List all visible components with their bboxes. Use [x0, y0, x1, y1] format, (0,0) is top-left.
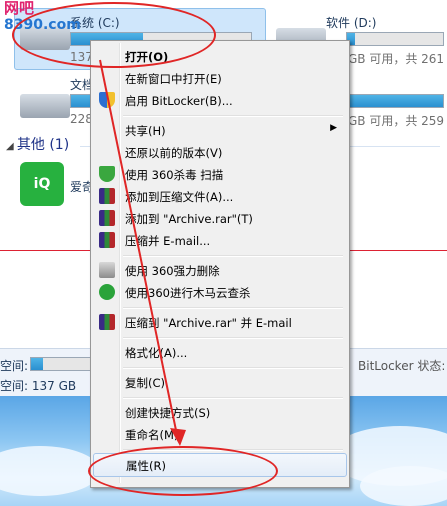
annotation-arrow	[99, 59, 186, 446]
